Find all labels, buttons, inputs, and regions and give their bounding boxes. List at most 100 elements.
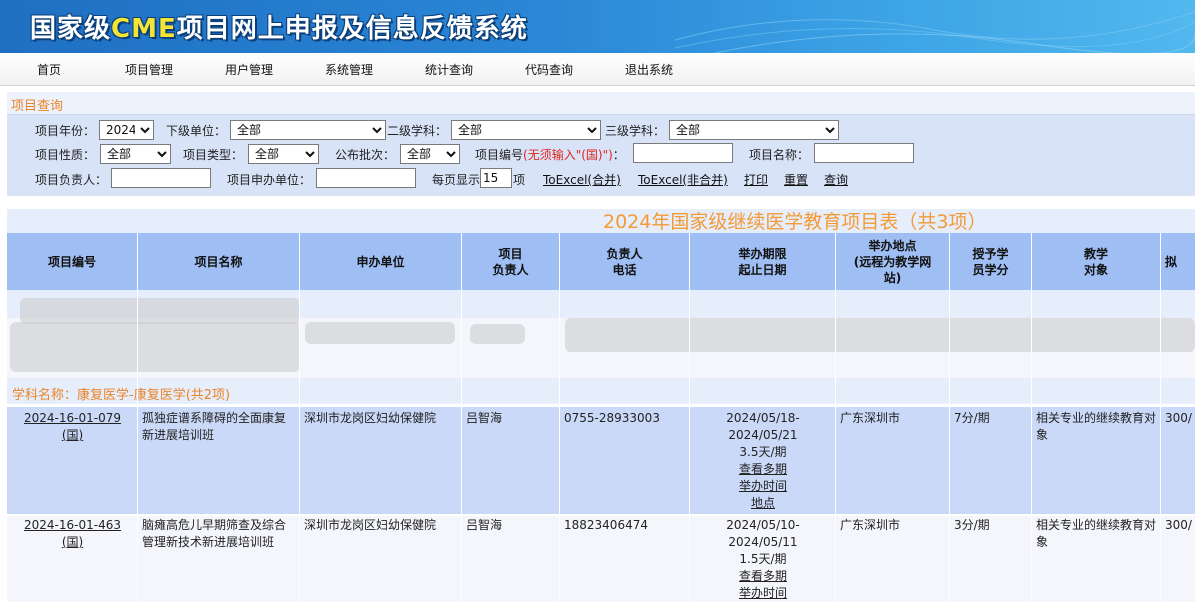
main-menu: 首页 项目管理 用户管理 系统管理 统计查询 代码查询 退出系统 [0,53,1195,86]
col-header-code: 项目编号 [7,233,138,290]
project-unit-cell: 深圳市龙岗区妇幼保健院 [304,411,437,425]
app-banner: 国家级CME项目网上申报及信息反馈系统 [0,0,1195,53]
view-place-link[interactable]: 地点 [751,496,775,510]
target-cell: 相关专业的继续教育对象 [1036,411,1157,442]
menu-item-project-manage[interactable]: 项目管理 [125,61,173,78]
col-header-place: 举办地点 (远程为教学网 站) [836,233,950,290]
per-page-input[interactable] [480,168,512,188]
redacted-area [10,322,300,372]
project-owner-cell: 吕智海 [466,518,503,532]
owner-phone-cell: 18823406474 [564,518,648,532]
menu-item-statistics[interactable]: 统计查询 [425,61,473,78]
col-header-owner: 项目 负责人 [462,233,560,290]
banner-decoration [675,11,1195,53]
project-owner-cell: 吕智海 [466,411,503,425]
type-label: 项目类型： [183,148,244,162]
extra-cell: 300/ [1165,518,1192,532]
column-divider [137,290,138,602]
column-divider [1031,290,1032,602]
export-excel-merged-link[interactable]: ToExcel(合并) [543,171,621,188]
column-divider [949,290,950,602]
col-header-dates: 举办期限 起止日期 [690,233,836,290]
owner-phone-cell: 0755-28933003 [564,411,660,425]
dates-cell: 2024/05/10- 2024/05/11 1.5天/期 查看多期 举办时间 [726,518,800,600]
export-excel-unmerged-link[interactable]: ToExcel(非合并) [638,171,728,188]
query-panel: 项目查询 项目年份： 2024 下级单位： 全部 二级学科： 全部 三级学科： … [7,92,1195,196]
project-unit-cell: 深圳市龙岗区妇幼保健院 [304,518,437,532]
per-page-unit: 项 [513,173,526,187]
column-divider [559,290,560,602]
project-name-cell: 孤独症谱系障碍的全面康复新进展培训班 [142,411,287,442]
column-divider [835,290,836,602]
app-title: 国家级CME项目网上申报及信息反馈系统 [30,14,528,44]
target-cell: 相关专业的继续教育对象 [1036,518,1157,549]
project-code-link[interactable]: 2024-16-01-079 [24,411,121,425]
batch-label: 公布批次： [335,148,396,162]
menu-item-system-manage[interactable]: 系统管理 [325,61,373,78]
col-header-unit: 申办单位 [300,233,462,290]
project-name-cell: 脑瘫高危儿早期筛查及综合管理新技术新进展培训班 [142,518,287,549]
project-code-suffix-link[interactable]: (国) [62,535,83,549]
owner-label: 项目负责人： [35,173,108,187]
extra-cell: 300/ [1165,411,1192,425]
subject-group-label: 学科名称：康复医学-康复医学(共2项) [12,388,231,403]
col-header-extra: 拟 [1165,254,1178,269]
batch-select[interactable]: 全部 [400,144,460,164]
view-time-link[interactable]: 举办时间 [739,586,787,600]
unit-label: 项目申办单位： [227,173,312,187]
code-input[interactable] [633,143,733,163]
project-code-cell: 2024-16-01-463 (国) [7,517,138,551]
menu-item-logout[interactable]: 退出系统 [625,61,673,78]
name-label: 项目名称： [749,148,810,162]
column-divider [689,290,690,602]
unit-input[interactable] [316,168,416,188]
per-page-label: 每页显示 [432,173,481,187]
table-title-band [7,209,1195,233]
project-code-link[interactable]: 2024-16-01-463 [24,518,121,532]
name-input[interactable] [814,143,914,163]
column-divider [299,290,300,602]
col-header-name: 项目名称 [138,233,300,290]
query-panel-header: 项目查询 [7,92,1195,115]
menu-item-user-manage[interactable]: 用户管理 [225,61,273,78]
column-divider [1160,290,1161,602]
sub-unit-label: 下级单位： [166,124,227,138]
menu-item-home[interactable]: 首页 [37,61,61,78]
level3-subject-select[interactable]: 全部 [669,120,839,140]
query-panel-title: 项目查询 [11,99,64,114]
project-code-suffix-link[interactable]: (国) [62,428,83,442]
place-cell: 广东深圳市 [840,518,901,532]
redacted-area [305,322,455,344]
project-code-cell: 2024-16-01-079 (国) [7,410,138,444]
level2-subject-label: 二级学科： [387,124,448,138]
col-header-target: 教学 对象 [1032,233,1161,290]
reset-link[interactable]: 重置 [784,171,808,188]
dates-cell: 2024/05/18- 2024/05/21 3.5天/期 查看多期 举办时间 … [726,411,800,510]
nature-label: 项目性质： [35,148,96,162]
redacted-area [470,324,525,344]
owner-input[interactable] [111,168,211,188]
code-label: 项目编号(无须输入"(国)")： [475,148,625,162]
col-header-phone: 负责人 电话 [560,233,690,290]
credit-cell: 7分/期 [954,411,990,425]
view-time-link[interactable]: 举办时间 [739,479,787,493]
place-cell: 广东深圳市 [840,411,901,425]
column-divider [461,290,462,602]
redacted-area [565,318,1195,352]
view-more-link[interactable]: 查看多期 [739,462,787,476]
year-label: 项目年份： [35,124,96,138]
print-link[interactable]: 打印 [744,171,768,188]
table-title: 2024年国家级继续医学教育项目表（共3项） [603,211,987,233]
redacted-area [20,298,300,324]
nature-select[interactable]: 全部 [100,144,171,164]
menu-item-code-query[interactable]: 代码查询 [525,61,573,78]
col-header-credit: 授予学 员学分 [950,233,1032,290]
search-link[interactable]: 查询 [824,171,848,188]
level3-subject-label: 三级学科： [605,124,666,138]
sub-unit-select[interactable]: 全部 [230,120,386,140]
year-select[interactable]: 2024 [99,120,154,140]
type-select[interactable]: 全部 [248,144,319,164]
level2-subject-select[interactable]: 全部 [451,120,601,140]
view-more-link[interactable]: 查看多期 [739,569,787,583]
credit-cell: 3分/期 [954,518,990,532]
